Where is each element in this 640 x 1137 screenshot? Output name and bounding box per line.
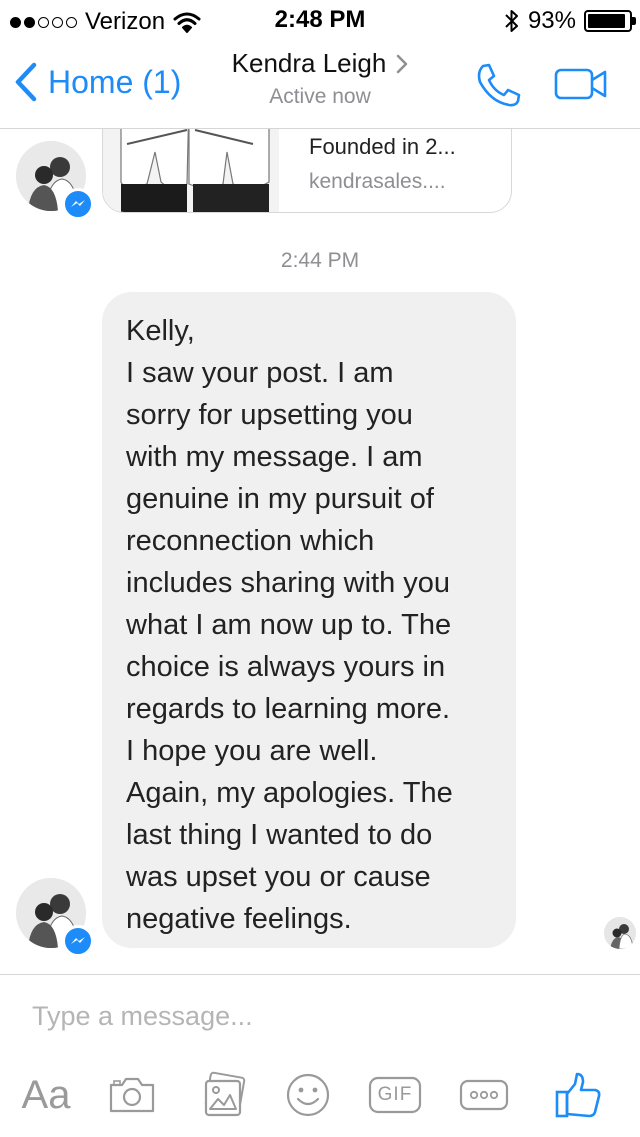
like-button[interactable] bbox=[550, 1067, 606, 1123]
text-tool-button[interactable]: Aa bbox=[18, 1067, 74, 1123]
more-options-button[interactable] bbox=[456, 1067, 512, 1123]
contact-name: Kendra Leigh bbox=[231, 48, 387, 78]
contact-status: Active now bbox=[269, 85, 371, 108]
battery-nub bbox=[632, 17, 636, 25]
messenger-badge-icon bbox=[62, 925, 94, 957]
smiley-icon bbox=[286, 1073, 330, 1117]
link-preview-domain: kendrasales.... bbox=[309, 170, 446, 193]
video-call-icon[interactable] bbox=[554, 68, 608, 100]
camera-icon bbox=[109, 1077, 155, 1113]
composer-toolbar: Aa GIF bbox=[0, 1067, 640, 1127]
link-preview-image bbox=[103, 129, 279, 212]
battery-fill bbox=[588, 14, 625, 28]
photo-gallery-icon bbox=[204, 1071, 246, 1117]
received-message-bubble[interactable]: Kelly, I saw your post. I am sorry for u… bbox=[102, 292, 516, 948]
status-bar: Verizon 2:48 PM 93% bbox=[0, 0, 640, 40]
composer: Type a message... Aa GIF bbox=[0, 974, 640, 1137]
more-dots-icon bbox=[459, 1079, 509, 1111]
gif-label: GIF bbox=[377, 1084, 413, 1105]
messenger-bolt-icon bbox=[71, 937, 85, 944]
battery-icon bbox=[584, 10, 636, 32]
messenger-badge-icon bbox=[62, 188, 94, 220]
text-tool-label: Aa bbox=[21, 1072, 71, 1117]
emoji-button[interactable] bbox=[282, 1067, 334, 1123]
contact-name-button[interactable]: Kendra Leigh bbox=[232, 48, 409, 79]
chevron-right-icon bbox=[397, 54, 408, 73]
thumbs-up-icon bbox=[555, 1072, 601, 1118]
messenger-bolt-icon bbox=[71, 200, 85, 207]
link-preview-card[interactable]: Founded in 2... kendrasales.... bbox=[102, 129, 512, 213]
link-preview-title: Founded in 2... bbox=[309, 134, 456, 159]
bluetooth-icon bbox=[505, 10, 518, 32]
seen-receipt-photo bbox=[604, 917, 636, 949]
status-right: 93% bbox=[504, 7, 636, 35]
battery-percent: 93% bbox=[527, 7, 576, 34]
phone-call-icon[interactable] bbox=[474, 62, 522, 108]
message-input[interactable]: Type a message... bbox=[32, 1001, 602, 1032]
camera-button[interactable] bbox=[104, 1067, 160, 1123]
seen-receipt-avatar bbox=[604, 917, 636, 949]
conversation-area[interactable]: Founded in 2... kendrasales.... 2:44 PM … bbox=[0, 129, 640, 974]
message-timestamp: 2:44 PM bbox=[280, 249, 360, 272]
conversation-title: Kendra Leigh Active now bbox=[0, 48, 640, 109]
gif-button[interactable]: GIF bbox=[366, 1067, 424, 1123]
nav-bar: Home (1) Kendra Leigh Active now bbox=[0, 40, 640, 129]
photo-gallery-button[interactable] bbox=[196, 1067, 252, 1123]
